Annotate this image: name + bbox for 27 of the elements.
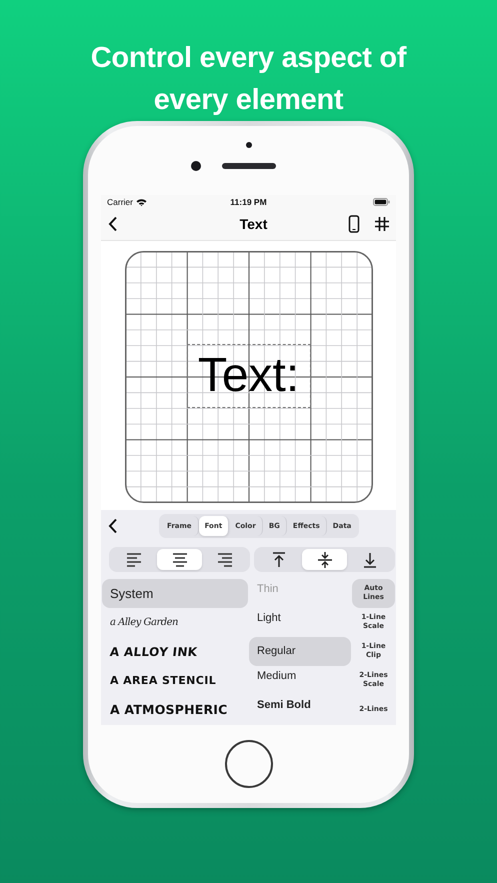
wifi-icon [136,198,147,206]
back-icon[interactable] [107,216,119,232]
phone-icon[interactable] [348,215,360,234]
sensor-dot [246,142,252,148]
headline: every element [154,83,344,118]
home-button[interactable] [224,740,272,788]
camera-dot [191,161,201,171]
font-option[interactable]: a Alley Garden [102,608,248,637]
font-option[interactable]: System [102,578,248,608]
screen-title: Text [238,216,268,232]
weight-option[interactable]: Regular [249,636,351,666]
speaker-slot [222,163,276,169]
font-option[interactable]: A ALLOY INK [101,636,250,666]
back-icon[interactable] [107,518,119,534]
alignment-button[interactable] [302,549,348,570]
font-option[interactable]: A AREA STENCIL [102,666,248,695]
grid-icon[interactable] [374,216,390,232]
battery-icon [372,198,390,206]
font-option[interactable]: A ATMOSPHERIC [102,694,248,724]
clock: 11:19 PM [230,196,267,207]
weight-option[interactable]: Medium [249,666,351,695]
align-middle-icon [316,550,334,570]
carrier-label: Carrier [107,196,133,207]
weight-option[interactable]: Semi Bold [249,694,351,724]
weight-option[interactable]: Light [249,608,351,637]
headline: Control every aspect of [90,41,406,76]
alignment-button[interactable] [156,549,202,570]
